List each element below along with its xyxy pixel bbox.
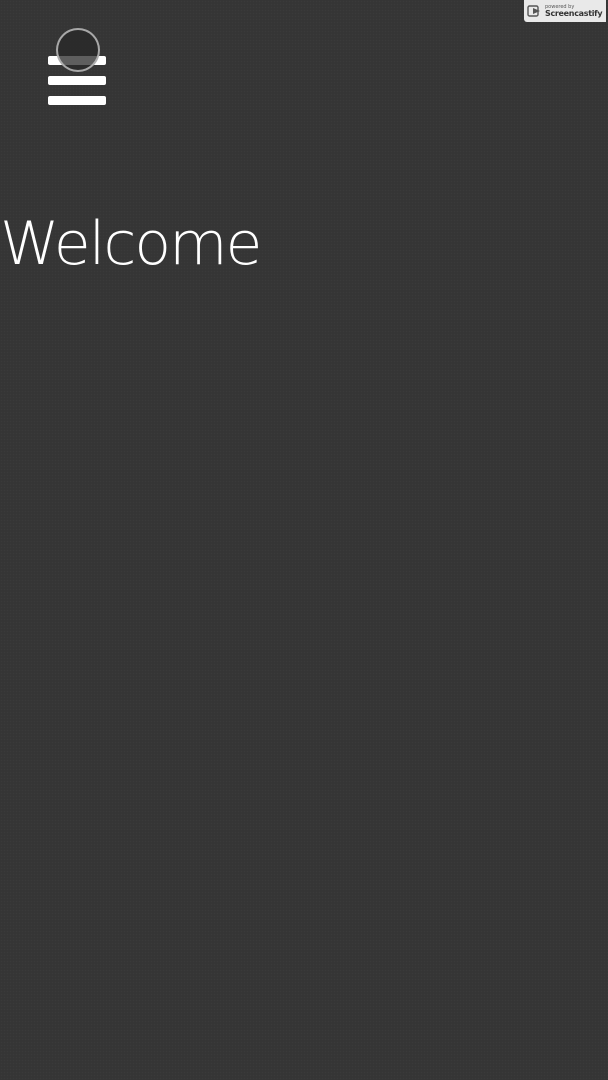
menu-button[interactable]	[48, 54, 106, 106]
watermark-brand: Screencastify	[545, 8, 603, 18]
hamburger-menu-icon-bar-bottom	[48, 96, 106, 105]
hamburger-menu-icon-bar-top	[48, 56, 106, 65]
screencastify-logo-icon	[527, 5, 540, 17]
app-screen: Welcome powered by Screencastify	[0, 0, 608, 1080]
screencastify-watermark: powered by Screencastify	[524, 0, 606, 22]
hamburger-menu-icon-bar-middle	[48, 76, 106, 85]
page-title: Welcome	[0, 209, 262, 279]
